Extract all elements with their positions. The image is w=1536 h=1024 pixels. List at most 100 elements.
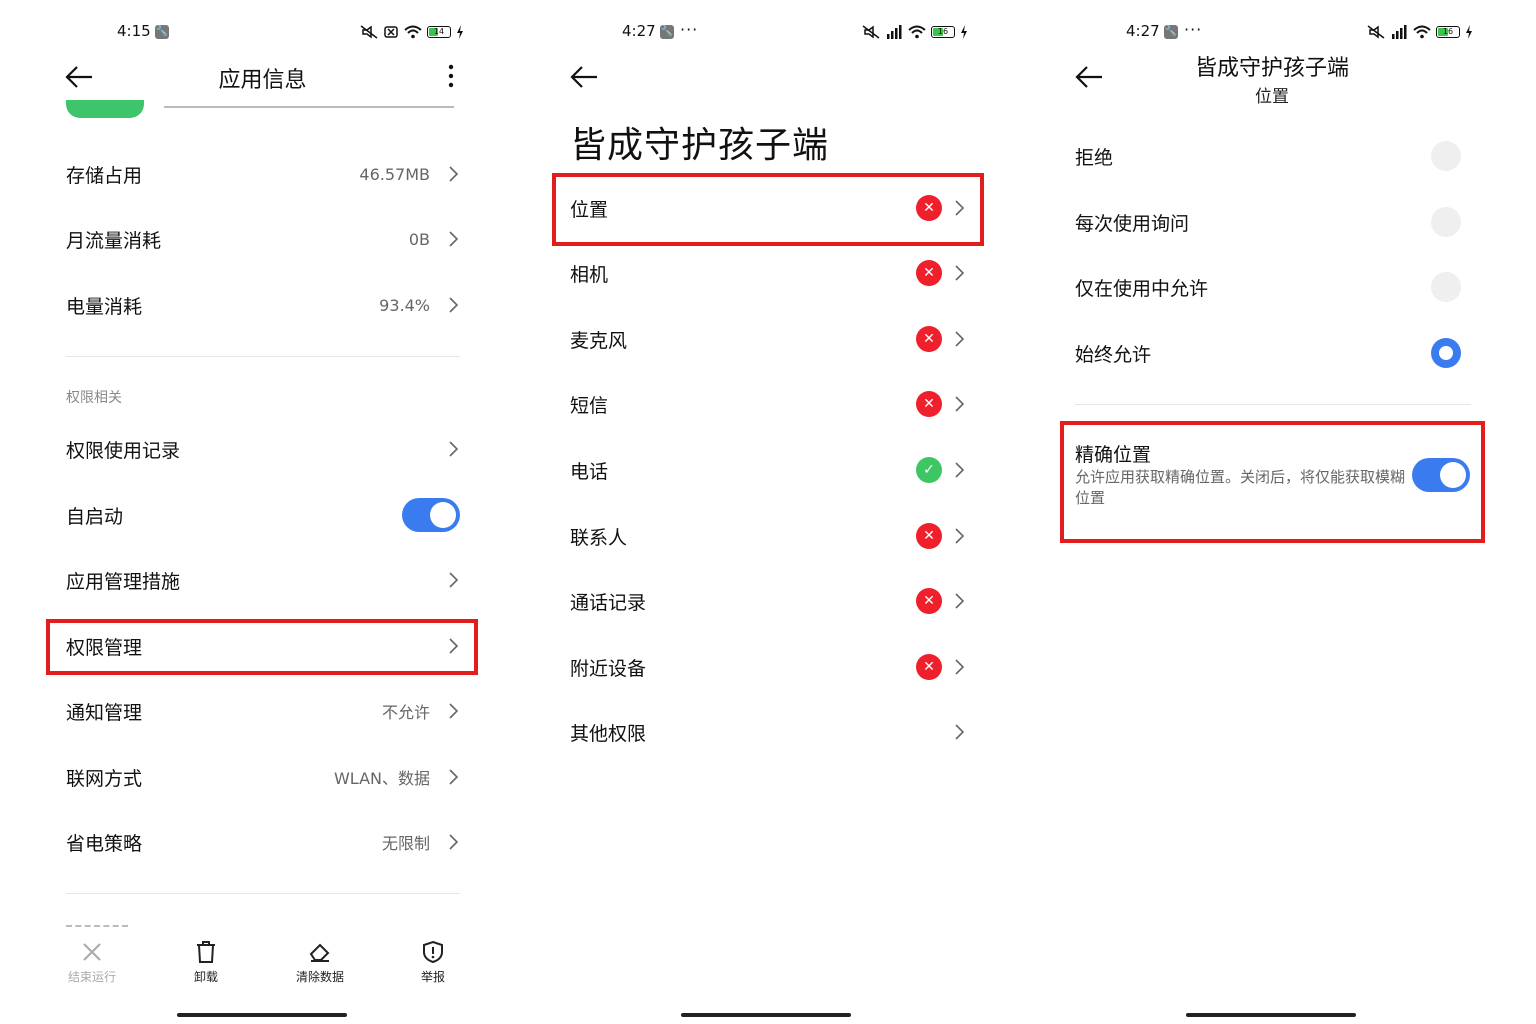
row-value: 不允许 <box>381 703 430 722</box>
denied-icon: ✕ <box>916 391 942 417</box>
trash-icon <box>197 941 215 963</box>
chevron-right-icon <box>449 769 459 785</box>
divider <box>66 356 460 357</box>
row-label: 权限使用记录 <box>66 439 181 462</box>
more-notifications-icon: ··· <box>1184 20 1203 39</box>
row-value: 0B <box>408 229 430 249</box>
no-sim-icon <box>384 26 398 38</box>
radio-while-using[interactable] <box>1431 272 1461 302</box>
status-time: 4:27 <box>622 22 656 40</box>
app-info-screen: 4:15 🔧 14 应用信息 存储占用 46.57MB 月流量消耗 0B 电量消… <box>0 0 512 1024</box>
denied-icon: ✕ <box>916 326 942 352</box>
permission-other-row[interactable]: 其他权限 <box>570 700 966 764</box>
chevron-right-icon <box>449 441 459 457</box>
force-stop-button[interactable]: 结束运行 <box>47 940 137 985</box>
chevron-right-icon <box>955 593 965 609</box>
row-label: 附近设备 <box>570 657 647 680</box>
power-saving-row[interactable]: 省电策略 无限制 <box>66 810 460 874</box>
clear-data-button[interactable]: 清除数据 <box>275 940 365 985</box>
battery-icon: 14 <box>427 26 451 38</box>
kids-badge <box>66 100 144 118</box>
back-arrow-icon[interactable] <box>1074 62 1104 92</box>
permission-contacts-row[interactable]: 联系人 ✕ <box>570 504 966 568</box>
divider <box>1075 404 1471 405</box>
version-text-remnant <box>164 100 454 108</box>
row-label: 月流量消耗 <box>66 229 162 252</box>
mute-icon <box>1367 25 1385 39</box>
action-label: 结束运行 <box>67 970 116 984</box>
autostart-row: 自启动 <box>66 483 460 547</box>
home-indicator[interactable] <box>1186 1013 1356 1017</box>
back-arrow-icon[interactable] <box>64 62 94 92</box>
autostart-toggle[interactable] <box>402 498 460 532</box>
notification-row[interactable]: 通知管理 不允许 <box>66 679 460 743</box>
app-management-row[interactable]: 应用管理措施 <box>66 548 460 612</box>
chevron-right-icon <box>955 724 965 740</box>
radio-always[interactable] <box>1431 338 1461 368</box>
denied-icon: ✕ <box>916 523 942 549</box>
option-always-row[interactable]: 始终允许 <box>1075 321 1471 385</box>
chevron-right-icon <box>955 462 965 478</box>
row-label: 电话 <box>570 460 609 483</box>
back-arrow-icon[interactable] <box>569 62 599 92</box>
row-value: 46.57MB <box>359 164 430 184</box>
radio-ask[interactable] <box>1431 207 1461 237</box>
option-label: 仅在使用中允许 <box>1075 277 1209 300</box>
denied-icon: ✕ <box>916 654 942 680</box>
row-label: 麦克风 <box>570 329 628 352</box>
data-usage-row[interactable]: 月流量消耗 0B <box>66 207 460 271</box>
uninstall-button[interactable]: 卸载 <box>161 940 251 985</box>
network-row[interactable]: 联网方式 WLAN、数据 <box>66 745 460 809</box>
permission-nearby-devices-row[interactable]: 附近设备 ✕ <box>570 635 966 699</box>
divider <box>66 893 460 894</box>
charging-icon <box>1466 25 1472 39</box>
denied-icon: ✕ <box>916 260 942 286</box>
more-icon[interactable] <box>446 62 456 90</box>
row-label: 短信 <box>570 394 609 417</box>
chevron-right-icon <box>955 331 965 347</box>
permissions-screen: 4:27 🔧 ··· 16 皆成守护孩子端 位置 ✕ 相机 ✕ 麦克风 ✕ 短信… <box>504 0 1016 1024</box>
charging-icon <box>961 25 967 39</box>
permission-log-row[interactable]: 权限使用记录 <box>66 417 460 481</box>
charging-icon <box>457 25 463 39</box>
row-value: WLAN、数据 <box>333 769 430 788</box>
battery-usage-row[interactable]: 电量消耗 93.4% <box>66 273 460 337</box>
row-label: 应用管理措施 <box>66 570 181 593</box>
permission-camera-row[interactable]: 相机 ✕ <box>570 241 966 305</box>
app-title: 皆成守护孩子端 <box>570 125 830 166</box>
action-label: 举报 <box>420 970 445 984</box>
option-deny-row[interactable]: 拒绝 <box>1075 124 1471 188</box>
permission-call-log-row[interactable]: 通话记录 ✕ <box>570 569 966 633</box>
chevron-right-icon <box>449 231 459 247</box>
permission-sms-row[interactable]: 短信 ✕ <box>570 372 966 436</box>
option-ask-row[interactable]: 每次使用询问 <box>1075 190 1471 254</box>
storage-row[interactable]: 存储占用 46.57MB <box>66 142 460 206</box>
advanced-settings-remnant <box>66 925 128 931</box>
status-icons: 16 <box>1367 22 1473 42</box>
eraser-icon <box>309 943 330 962</box>
permission-phone-row[interactable]: 电话 ✓ <box>570 438 966 502</box>
permission-microphone-row[interactable]: 麦克风 ✕ <box>570 307 966 371</box>
page-title: 皆成守护孩子端 <box>1194 56 1349 81</box>
mute-icon <box>862 25 880 39</box>
denied-icon: ✕ <box>916 588 942 614</box>
row-label: 通话记录 <box>570 591 647 614</box>
row-value: 无限制 <box>381 834 430 853</box>
more-notifications-icon: ··· <box>680 20 699 39</box>
action-label: 卸载 <box>193 970 218 984</box>
shield-alert-icon <box>423 940 443 964</box>
report-button[interactable]: 举报 <box>388 940 478 985</box>
wifi-icon <box>404 25 422 39</box>
row-label: 存储占用 <box>66 164 143 187</box>
option-label: 每次使用询问 <box>1075 212 1190 235</box>
wrench-icon: 🔧 <box>1164 25 1178 39</box>
page-subtitle: 位置 <box>1255 87 1289 107</box>
home-indicator[interactable] <box>681 1013 851 1017</box>
row-label: 电量消耗 <box>66 295 143 318</box>
chevron-right-icon <box>449 572 459 588</box>
option-while-using-row[interactable]: 仅在使用中允许 <box>1075 255 1471 319</box>
close-icon <box>83 943 101 961</box>
radio-deny[interactable] <box>1431 141 1461 171</box>
signal-icon <box>887 25 902 39</box>
home-indicator[interactable] <box>177 1013 347 1017</box>
